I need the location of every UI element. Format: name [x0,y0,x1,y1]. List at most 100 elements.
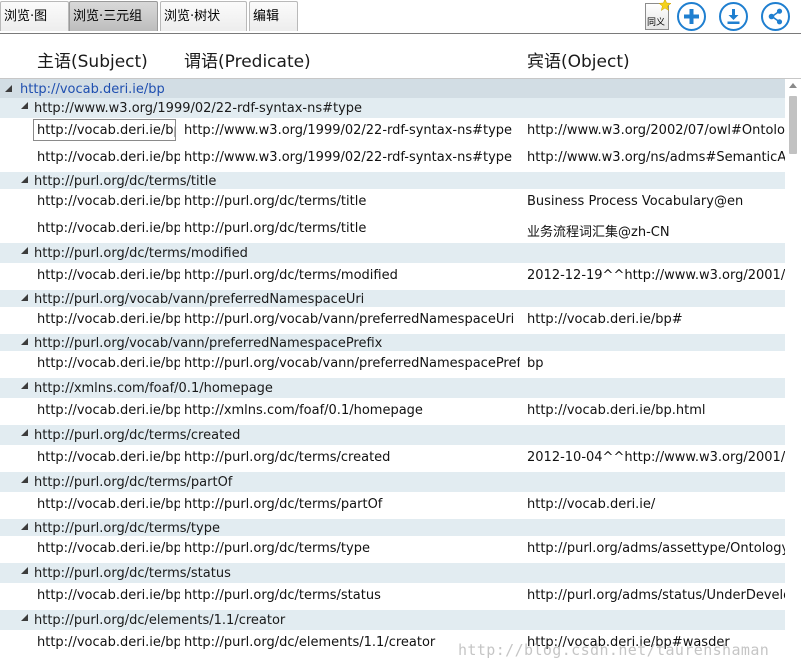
header-predicate[interactable]: 谓语(Predicate) [184,47,311,72]
tab-edit[interactable]: 编辑 [249,1,298,31]
tab-browse-graph[interactable]: 浏览·图 [0,1,69,31]
predicate-cell[interactable]: http://purl.org/dc/terms/created [184,450,520,465]
add-button[interactable] [677,2,706,31]
download-icon [727,9,740,24]
collapse-arrow-icon[interactable] [21,382,28,389]
triple-row[interactable]: http://vocab.deri.ie/bp http://purl.org/d… [0,189,785,216]
collapse-arrow-icon[interactable] [21,476,28,483]
triples-list[interactable]: http://vocab.deri.ie/bp http://www.w3.or… [0,79,785,668]
triple-row[interactable]: http://vocab.deri.ie/bp http://purl.org/d… [0,445,785,472]
object-cell[interactable]: http://vocab.deri.ie/bp# [527,312,785,327]
group-predicate: http://purl.org/vocab/vann/preferredName… [34,336,383,351]
collapse-arrow-icon[interactable] [21,294,28,301]
collapse-arrow-icon[interactable] [21,176,28,183]
root-node[interactable]: http://vocab.deri.ie/bp [0,79,785,98]
collapse-arrow-icon[interactable] [21,523,28,530]
triple-row[interactable]: http://vocab.deri.ie/bp http://purl.org/d… [0,492,785,519]
collapse-arrow-icon[interactable] [5,85,12,92]
predicate-group[interactable]: http://purl.org/dc/terms/title [0,172,785,189]
tab-browse-tree[interactable]: 浏览·树状 [160,1,247,31]
object-cell[interactable]: 2012-12-19^^http://www.w3.org/2001/XMLSc… [527,268,785,283]
predicate-cell[interactable]: http://purl.org/dc/terms/title [184,194,520,209]
predicate-group[interactable]: http://xmlns.com/foaf/0.1/homepage [0,378,785,398]
synonym-label: 同义 [647,18,666,28]
subject-cell[interactable]: http://vocab.deri.ie/bp [37,635,180,650]
object-cell[interactable]: http://www.w3.org/ns/adms#SemanticAsset [527,150,785,165]
triple-row[interactable]: http://vocab.deri.ie/bp http://purl.org/v… [0,351,785,378]
synonym-button[interactable]: 同义 [645,0,671,30]
triple-row[interactable]: http://vocab.deri.ie/bp http://purl.org/d… [0,263,785,290]
triple-row[interactable]: http://vocab.deri.ie/bp http://www.w3.org… [0,118,785,145]
triples-rows: http://vocab.deri.ie/bp http://www.w3.or… [0,79,785,657]
object-cell[interactable]: http://vocab.deri.ie/bp.html [527,403,785,418]
triple-row[interactable]: http://vocab.deri.ie/bp http://purl.org/d… [0,536,785,563]
group-predicate: http://purl.org/dc/elements/1.1/creator [34,613,286,628]
object-cell[interactable]: http://purl.org/adms/assettype/Ontology [527,541,785,556]
share-button[interactable] [761,2,790,31]
column-header: 主语(Subject) 谓语(Predicate) 宾语(Object) [0,34,801,79]
predicate-cell[interactable]: http://purl.org/dc/terms/modified [184,268,520,283]
subject-cell[interactable]: http://vocab.deri.ie/bp [33,119,176,141]
triple-row[interactable]: http://vocab.deri.ie/bp http://purl.org/d… [0,583,785,610]
subject-cell[interactable]: http://vocab.deri.ie/bp [37,541,180,556]
subject-cell[interactable]: http://vocab.deri.ie/bp [37,194,180,209]
object-cell[interactable]: http://www.w3.org/2002/07/owl#Ontology [527,123,785,138]
download-button[interactable] [719,2,748,31]
object-cell[interactable]: 业务流程词汇集@zh-CN [527,221,785,240]
predicate-cell[interactable]: http://purl.org/dc/terms/partOf [184,497,520,512]
collapse-arrow-icon[interactable] [21,247,28,254]
vertical-scrollbar[interactable] [785,79,801,668]
predicate-group[interactable]: http://purl.org/dc/terms/type [0,519,785,536]
header-subject[interactable]: 主语(Subject) [37,47,148,72]
triple-row[interactable]: http://vocab.deri.ie/bp http://purl.org/d… [0,216,785,243]
scroll-up-icon[interactable] [789,83,797,88]
predicate-group[interactable]: http://purl.org/vocab/vann/preferredName… [0,290,785,307]
scroll-thumb[interactable] [789,96,797,154]
predicate-cell[interactable]: http://purl.org/dc/terms/type [184,541,520,556]
group-predicate: http://purl.org/dc/terms/title [34,174,217,189]
subject-cell[interactable]: http://vocab.deri.ie/bp [37,268,180,283]
predicate-cell[interactable]: http://purl.org/dc/terms/title [184,221,520,236]
predicate-cell[interactable]: http://purl.org/vocab/vann/preferredName… [184,356,520,371]
subject-cell[interactable]: http://vocab.deri.ie/bp [37,221,180,236]
predicate-group[interactable]: http://purl.org/dc/terms/status [0,563,785,583]
predicate-group[interactable]: http://www.w3.org/1999/02/22-rdf-syntax-… [0,98,785,118]
star-icon [659,0,671,11]
object-cell[interactable]: Business Process Vocabulary@en [527,194,785,209]
group-predicate: http://purl.org/dc/terms/status [34,566,231,581]
predicate-cell[interactable]: http://xmlns.com/foaf/0.1/homepage [184,403,520,418]
group-predicate: http://purl.org/dc/terms/created [34,428,241,443]
predicate-cell[interactable]: http://www.w3.org/1999/02/22-rdf-syntax-… [184,150,520,165]
collapse-arrow-icon[interactable] [21,102,28,109]
collapse-arrow-icon[interactable] [21,429,28,436]
header-object[interactable]: 宾语(Object) [527,47,630,72]
subject-cell[interactable]: http://vocab.deri.ie/bp [37,450,180,465]
watermark: http://blog.csdn.net/taurenshaman [458,641,770,659]
triple-row[interactable]: http://vocab.deri.ie/bp http://xmlns.com/… [0,398,785,425]
collapse-arrow-icon[interactable] [21,338,28,345]
predicate-group[interactable]: http://purl.org/dc/terms/partOf [0,472,785,492]
subject-cell[interactable]: http://vocab.deri.ie/bp [37,588,180,603]
triple-row[interactable]: http://vocab.deri.ie/bp http://www.w3.org… [0,145,785,172]
subject-cell[interactable]: http://vocab.deri.ie/bp [37,497,180,512]
predicate-cell[interactable]: http://purl.org/vocab/vann/preferredName… [184,312,520,327]
object-cell[interactable]: http://vocab.deri.ie/ [527,497,785,512]
collapse-arrow-icon[interactable] [21,614,28,621]
predicate-cell[interactable]: http://purl.org/dc/terms/status [184,588,520,603]
predicate-cell[interactable]: http://www.w3.org/1999/02/22-rdf-syntax-… [184,123,520,138]
predicate-group[interactable]: http://purl.org/dc/terms/created [0,425,785,445]
subject-cell[interactable]: http://vocab.deri.ie/bp [37,356,180,371]
triple-row[interactable]: http://vocab.deri.ie/bp http://purl.org/v… [0,307,785,334]
object-cell[interactable]: http://purl.org/adms/status/UnderDevelop… [527,588,785,603]
tab-browse-triples[interactable]: 浏览·三元组 [69,1,158,31]
collapse-arrow-icon[interactable] [21,567,28,574]
subject-cell[interactable]: http://vocab.deri.ie/bp [37,403,180,418]
add-icon [684,9,699,24]
object-cell[interactable]: 2012-10-04^^http://www.w3.org/2001/XMLSc… [527,450,785,465]
predicate-group[interactable]: http://purl.org/dc/terms/modified [0,243,785,263]
predicate-group[interactable]: http://purl.org/dc/elements/1.1/creator [0,610,785,630]
predicate-group[interactable]: http://purl.org/vocab/vann/preferredName… [0,334,785,351]
object-cell[interactable]: bp [527,356,785,371]
subject-cell[interactable]: http://vocab.deri.ie/bp [37,312,180,327]
subject-cell[interactable]: http://vocab.deri.ie/bp [37,150,180,165]
